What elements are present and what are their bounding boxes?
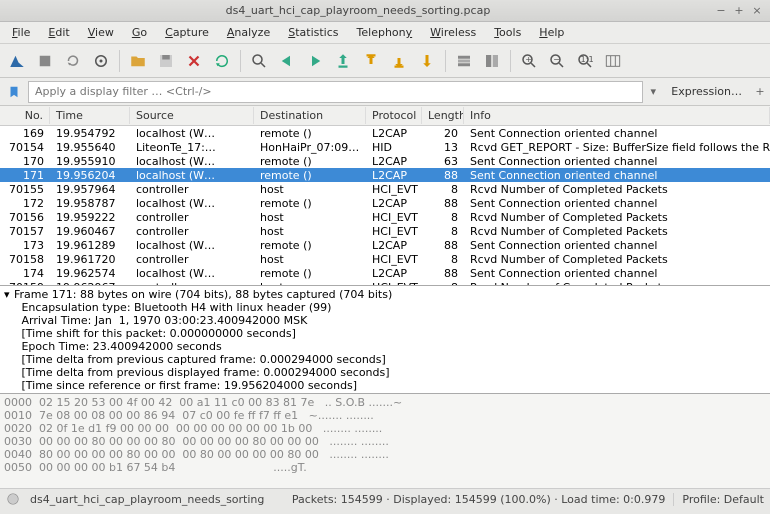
- col-time[interactable]: Time: [50, 107, 130, 124]
- menu-view[interactable]: View: [80, 24, 122, 41]
- go-back-icon[interactable]: [274, 48, 300, 74]
- go-last-icon[interactable]: [386, 48, 412, 74]
- filter-dropdown-icon[interactable]: ▾: [647, 85, 659, 98]
- zoom-in-icon[interactable]: +: [516, 48, 542, 74]
- shark-fin-icon[interactable]: [4, 48, 30, 74]
- minimize-button[interactable]: −: [714, 4, 728, 18]
- packet-details-pane[interactable]: ▾Frame 171: 88 bytes on wire (704 bits),…: [0, 286, 770, 394]
- zoom-out-icon[interactable]: −: [544, 48, 570, 74]
- menu-file[interactable]: File: [4, 24, 38, 41]
- menu-telephony[interactable]: Telephony: [349, 24, 421, 41]
- menu-analyze[interactable]: Analyze: [219, 24, 278, 41]
- packet-row[interactable]: 17119.956204localhost (W…remote ()L2CAP8…: [0, 168, 770, 182]
- titlebar: ds4_uart_hci_cap_playroom_needs_sorting.…: [0, 0, 770, 22]
- packet-list-pane: No. Time Source Destination Protocol Len…: [0, 106, 770, 286]
- packet-row[interactable]: 7015419.955640LiteonTe_17:…HonHaiPr_07:0…: [0, 140, 770, 154]
- toolbar-separator: [510, 50, 511, 72]
- detail-line[interactable]: [Time delta from previous captured frame…: [4, 353, 766, 366]
- status-counts: Packets: 154599 · Displayed: 154599 (100…: [292, 493, 666, 506]
- col-info[interactable]: Info: [464, 107, 770, 124]
- frame-summary[interactable]: Frame 171: 88 bytes on wire (704 bits), …: [14, 288, 392, 301]
- restart-capture-icon[interactable]: [60, 48, 86, 74]
- hex-line[interactable]: 0020 02 0f 1e d1 f9 00 00 00 00 00 00 00…: [4, 422, 766, 435]
- packet-row[interactable]: 7015719.960467controllerhostHCI_EVT8Rcvd…: [0, 224, 770, 238]
- expression-button[interactable]: Expression…: [663, 83, 750, 100]
- open-file-icon[interactable]: [125, 48, 151, 74]
- bookmark-icon[interactable]: [4, 82, 24, 102]
- go-to-packet-icon[interactable]: [330, 48, 356, 74]
- packet-row[interactable]: 7015819.961720controllerhostHCI_EVT8Rcvd…: [0, 252, 770, 266]
- packet-row[interactable]: 16919.954792localhost (W…remote ()L2CAP2…: [0, 126, 770, 140]
- menu-wireless[interactable]: Wireless: [422, 24, 484, 41]
- maximize-button[interactable]: +: [732, 4, 746, 18]
- go-first-icon[interactable]: [358, 48, 384, 74]
- col-destination[interactable]: Destination: [254, 107, 366, 124]
- expert-info-icon[interactable]: [6, 492, 22, 508]
- colorize-icon[interactable]: [451, 48, 477, 74]
- menu-capture[interactable]: Capture: [157, 24, 217, 41]
- status-profile[interactable]: Profile: Default: [673, 493, 764, 506]
- packet-bytes-pane[interactable]: 0000 02 15 20 53 00 4f 00 42 00 a1 11 c0…: [0, 394, 770, 488]
- toolbar-separator: [119, 50, 120, 72]
- col-protocol[interactable]: Protocol: [366, 107, 422, 124]
- auto-scroll-icon[interactable]: [414, 48, 440, 74]
- packet-row[interactable]: 17219.958787localhost (W…remote ()L2CAP8…: [0, 196, 770, 210]
- packet-row[interactable]: 17419.962574localhost (W…remote ()L2CAP8…: [0, 266, 770, 280]
- save-file-icon[interactable]: [153, 48, 179, 74]
- columns-icon[interactable]: [479, 48, 505, 74]
- hex-line[interactable]: 0010 7e 08 00 08 00 00 86 94 07 c0 00 fe…: [4, 409, 766, 422]
- menu-edit[interactable]: Edit: [40, 24, 77, 41]
- menubar: File Edit View Go Capture Analyze Statis…: [0, 22, 770, 44]
- col-no[interactable]: No.: [0, 107, 50, 124]
- detail-line[interactable]: [Time shift for this packet: 0.000000000…: [4, 327, 766, 340]
- go-forward-icon[interactable]: [302, 48, 328, 74]
- svg-text:+: +: [525, 53, 532, 63]
- toolbar-separator: [445, 50, 446, 72]
- hex-line[interactable]: 0000 02 15 20 53 00 4f 00 42 00 a1 11 c0…: [4, 396, 766, 409]
- statusbar: ds4_uart_hci_cap_playroom_needs_sorting …: [0, 488, 770, 510]
- add-button-icon[interactable]: +: [754, 85, 766, 98]
- display-filter-input[interactable]: [28, 81, 643, 103]
- toolbar-separator: [240, 50, 241, 72]
- packet-row[interactable]: 7015519.957964controllerhostHCI_EVT8Rcvd…: [0, 182, 770, 196]
- packet-row[interactable]: 7015919.962967controllerhostHCI_EVT8Rcvd…: [0, 280, 770, 285]
- filterbar: ▾ Expression… +: [0, 78, 770, 106]
- menu-go[interactable]: Go: [124, 24, 155, 41]
- detail-line[interactable]: Epoch Time: 23.400942000 seconds: [4, 340, 766, 353]
- detail-line[interactable]: Encapsulation type: Bluetooth H4 with li…: [4, 301, 766, 314]
- close-button[interactable]: ×: [750, 4, 764, 18]
- detail-line[interactable]: Arrival Time: Jan 1, 1970 03:00:23.40094…: [4, 314, 766, 327]
- svg-text:1:1: 1:1: [581, 53, 594, 63]
- detail-line[interactable]: [Time delta from previous displayed fram…: [4, 366, 766, 379]
- resize-columns-icon[interactable]: [600, 48, 626, 74]
- hex-line[interactable]: 0040 80 00 00 00 00 80 00 00 00 80 00 00…: [4, 448, 766, 461]
- packet-list-body[interactable]: 16919.954792localhost (W…remote ()L2CAP2…: [0, 126, 770, 285]
- reload-icon[interactable]: [209, 48, 235, 74]
- menu-help[interactable]: Help: [531, 24, 572, 41]
- packet-row[interactable]: 17019.955910localhost (W…remote ()L2CAP6…: [0, 154, 770, 168]
- hex-line[interactable]: 0030 00 00 00 80 00 00 00 80 00 00 00 00…: [4, 435, 766, 448]
- capture-options-icon[interactable]: [88, 48, 114, 74]
- packet-row[interactable]: 7015619.959222controllerhostHCI_EVT8Rcvd…: [0, 210, 770, 224]
- zoom-reset-icon[interactable]: 1:1: [572, 48, 598, 74]
- hex-line[interactable]: 0050 00 00 00 00 b1 67 54 b4 .....gT.: [4, 461, 766, 474]
- detail-line[interactable]: [Time since reference or first frame: 19…: [4, 379, 766, 392]
- col-length[interactable]: Length: [422, 107, 464, 124]
- packet-row[interactable]: 17319.961289localhost (W…remote ()L2CAP8…: [0, 238, 770, 252]
- menu-statistics[interactable]: Statistics: [280, 24, 346, 41]
- collapse-icon[interactable]: ▾: [4, 288, 14, 301]
- col-source[interactable]: Source: [130, 107, 254, 124]
- find-icon[interactable]: [246, 48, 272, 74]
- svg-text:−: −: [553, 53, 560, 63]
- packet-list-header: No. Time Source Destination Protocol Len…: [0, 106, 770, 126]
- toolbar: + − 1:1: [0, 44, 770, 78]
- stop-capture-icon[interactable]: [32, 48, 58, 74]
- status-path: ds4_uart_hci_cap_playroom_needs_sorting: [30, 493, 264, 506]
- close-file-icon[interactable]: [181, 48, 207, 74]
- menu-tools[interactable]: Tools: [486, 24, 529, 41]
- window-title: ds4_uart_hci_cap_playroom_needs_sorting.…: [6, 4, 710, 17]
